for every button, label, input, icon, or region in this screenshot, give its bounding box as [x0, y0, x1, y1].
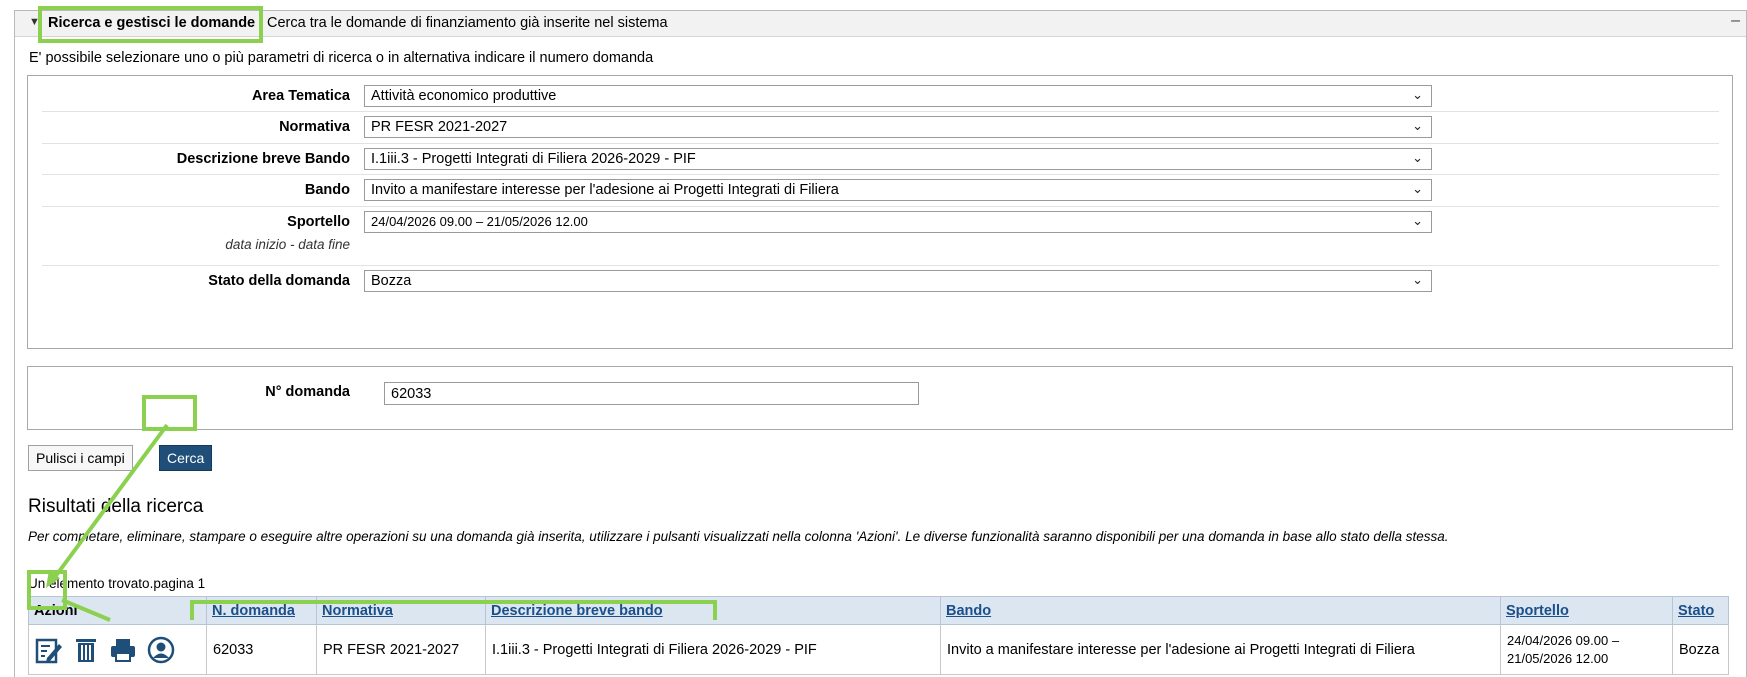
header-bando[interactable]: Bando: [940, 596, 1501, 625]
bando-label: Bando: [304, 182, 350, 198]
panel-title: Ricerca e gestisci le domande: [48, 15, 256, 31]
area-tematica-value: Attività economico produttive: [371, 88, 557, 104]
chevron-down-icon: ⌄: [1412, 272, 1423, 287]
sportello-start: 24/04/2026 09.00 –: [1507, 632, 1620, 648]
header-descrizione[interactable]: Descrizione breve bando: [485, 596, 941, 625]
header-sportello[interactable]: Sportello: [1500, 596, 1673, 625]
sportello-sublabel: data inizio - data fine: [225, 237, 350, 252]
bando-value: Invito a manifestare interesse per l'ade…: [371, 182, 839, 198]
sort-stato-link[interactable]: Stato: [1678, 603, 1714, 619]
normativa-value: PR FESR 2021-2027: [371, 119, 508, 135]
normativa-label: Normativa: [279, 119, 350, 135]
filter-row-descrizione: Descrizione breve Bando I.1iii.3 - Proge…: [42, 144, 1719, 175]
numero-domanda-label: N° domanda: [265, 384, 350, 400]
chevron-down-icon: ⌄: [1412, 181, 1423, 196]
sort-sportello-link[interactable]: Sportello: [1506, 603, 1569, 619]
cell-stato: Bozza: [1672, 624, 1729, 675]
chevron-down-icon: ⌄: [1412, 87, 1423, 102]
cell-normativa: PR FESR 2021-2027: [316, 624, 486, 675]
cell-bando: Invito a manifestare interesse per l'ade…: [940, 624, 1501, 675]
descrizione-select[interactable]: I.1iii.3 - Progetti Integrati di Filiera…: [364, 148, 1432, 170]
area-tematica-label: Area Tematica: [251, 88, 350, 104]
search-filters-box: Area Tematica Attività economico produtt…: [27, 75, 1733, 349]
filter-row-bando: Bando Invito a manifestare interesse per…: [42, 175, 1719, 207]
results-description: Per completare, eliminare, stampare o es…: [28, 529, 1449, 544]
cell-descrizione: I.1iii.3 - Progetti Integrati di Filiera…: [485, 624, 941, 675]
panel-header[interactable]: ▼ Ricerca e gestisci le domande Cerca tr…: [15, 11, 1746, 37]
filter-row-sportello: Sportello data inizio - data fine 24/04/…: [42, 207, 1719, 266]
stato-label: Stato della domanda: [208, 273, 350, 289]
stato-select[interactable]: Bozza ⌄: [364, 270, 1432, 292]
clear-fields-button[interactable]: Pulisci i campi: [28, 445, 133, 471]
header-normativa[interactable]: Normativa: [316, 596, 486, 625]
header-azioni: Azioni: [28, 596, 207, 625]
results-title: Risultati della ricerca: [28, 496, 204, 517]
sort-descrizione-link[interactable]: Descrizione breve bando: [491, 603, 663, 619]
chevron-down-icon: ⌄: [1412, 118, 1423, 133]
chevron-down-icon: ⌄: [1412, 213, 1423, 228]
results-count: Un elemento trovato.pagina 1: [28, 576, 206, 591]
stato-value: Bozza: [371, 273, 412, 289]
actions-cell: [28, 624, 207, 675]
sort-bando-link[interactable]: Bando: [946, 603, 991, 619]
minimize-icon[interactable]: –: [1731, 12, 1740, 30]
user-icon[interactable]: [147, 636, 175, 664]
panel-subtitle: Cerca tra le domande di finanziamento gi…: [267, 15, 668, 31]
descrizione-value: I.1iii.3 - Progetti Integrati di Filiera…: [371, 151, 696, 167]
search-intro-text: E' possibile selezionare uno o più param…: [29, 50, 654, 66]
filter-row-stato: Stato della domanda Bozza ⌄: [42, 266, 1719, 298]
chevron-down-icon: ⌄: [1412, 150, 1423, 165]
cell-numero: 62033: [206, 624, 317, 675]
numero-domanda-input[interactable]: [384, 382, 919, 405]
table-row: 62033 PR FESR 2021-2027 I.1iii.3 - Proge…: [28, 624, 1729, 675]
sort-numero-link[interactable]: N. domanda: [212, 603, 295, 619]
header-numero[interactable]: N. domanda: [206, 596, 317, 625]
cell-sportello: 24/04/2026 09.00 – 21/05/2026 12.00: [1500, 624, 1673, 675]
edit-icon[interactable]: [35, 636, 63, 664]
sort-normativa-link[interactable]: Normativa: [322, 603, 393, 619]
filter-row-area-tematica: Area Tematica Attività economico produtt…: [42, 81, 1719, 112]
numero-domanda-box: N° domanda: [27, 366, 1733, 430]
sportello-label: Sportello: [287, 214, 350, 230]
area-tematica-select[interactable]: Attività economico produttive ⌄: [364, 85, 1432, 107]
sportello-value: 24/04/2026 09.00 – 21/05/2026 12.00: [371, 214, 588, 229]
normativa-select[interactable]: PR FESR 2021-2027 ⌄: [364, 116, 1432, 138]
sportello-end: 21/05/2026 12.00: [1507, 650, 1609, 666]
descrizione-label: Descrizione breve Bando: [176, 151, 350, 167]
filter-row-normativa: Normativa PR FESR 2021-2027 ⌄: [42, 112, 1719, 144]
bando-select[interactable]: Invito a manifestare interesse per l'ade…: [364, 179, 1432, 201]
results-header-row: Azioni N. domanda Normativa Descrizione …: [28, 596, 1729, 625]
collapse-triangle-icon[interactable]: ▼: [29, 16, 40, 28]
delete-icon[interactable]: [73, 636, 99, 664]
results-table: Azioni N. domanda Normativa Descrizione …: [28, 596, 1729, 675]
search-button[interactable]: Cerca: [159, 445, 213, 471]
sportello-select[interactable]: 24/04/2026 09.00 – 21/05/2026 12.00 ⌄: [364, 211, 1432, 233]
header-stato[interactable]: Stato: [1672, 596, 1729, 625]
print-icon[interactable]: [109, 636, 137, 664]
